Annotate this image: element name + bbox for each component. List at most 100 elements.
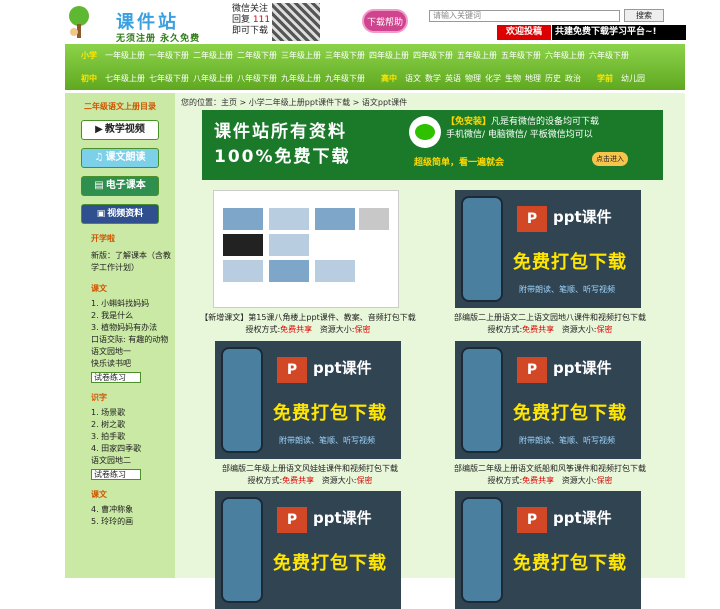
main-content: 您的位置：主页 > 小学二年级上册ppt课件下载 > 语文ppt课件 课件站所有… [175,93,685,609]
qr-code [272,3,320,41]
nav-link[interactable]: 语文 [403,73,423,84]
card-caption: 部编版二上册语文二上语文园地八课件和视频打包下载 授权方式:免费共享 资源大小:… [435,312,665,336]
headphones-icon: ♫ [94,152,104,163]
nav-link[interactable]: 三年级上册 [279,50,323,61]
card-thumbnail[interactable]: P ppt课件 免费打包下载 [215,491,401,609]
logo-tagline: 无须注册 永久免费 [116,34,201,44]
section-title: 识字 [91,393,107,402]
nav-link[interactable]: 一年级上册 [103,50,147,61]
nav-link[interactable]: 四年级下册 [411,50,455,61]
card-thumbnail[interactable]: P ppt课件 免费打包下载 附带朗读、笔顺、听写视频 [455,341,641,459]
resource-card[interactable]: P ppt课件 免费打包下载 [455,491,645,609]
card-thumbnail[interactable]: P ppt课件 免费打包下载 附带朗读、笔顺、听写视频 [455,190,641,308]
toc-link[interactable]: 口语交际: 有趣的动物 [91,334,175,346]
video-resource-button[interactable]: ▣ 视频资料 [81,204,159,224]
banner-text: 【免安装】凡是有微信的设备均可下载 手机微信/ 电脑微信/ 平板微信均可以 [446,117,600,140]
toc-link[interactable]: 4. 曹冲称象 [91,504,175,516]
card-title[interactable]: 部编版二年级上册语文风娃娃课件和视频打包下载 [195,463,425,475]
toc-link[interactable]: 1. 场景歌 [91,407,175,419]
toc-link[interactable]: 1. 小蝌蚪找妈妈 [91,298,175,310]
ebook-button[interactable]: ▤ 电子课本 [81,176,159,196]
nav-link[interactable]: 九年级下册 [323,73,367,84]
reading-button[interactable]: ♫ 课文朗读 [81,148,159,168]
toc-link[interactable]: 2. 树之歌 [91,419,175,431]
nav-label-preschool: 学前 [597,74,613,83]
resource-card[interactable]: P ppt课件 免费打包下载 [215,491,405,609]
search-input[interactable]: 请输入关键词 [429,10,620,22]
download-help-button[interactable]: 下载帮助 [362,9,408,33]
toc-link[interactable]: 语文园地一 [91,346,175,358]
nav-link[interactable]: 生物 [503,73,523,84]
card-title[interactable]: 部编版二上册语文二上语文园地八课件和视频打包下载 [435,312,665,324]
phone-icon [461,497,503,603]
nav-link[interactable]: 五年级下册 [499,50,543,61]
toc-link[interactable]: 新版：了解课本（含教学工作计划） [91,250,171,274]
toc-link[interactable]: 3. 拍手歌 [91,431,175,443]
site-logo[interactable]: 课件站 无须注册 永久免费 [64,4,214,44]
toc-link[interactable]: 语文园地二 [91,455,175,467]
card-thumbnail[interactable]: P ppt课件 免费打包下载 [455,491,641,609]
banner-headline: 课件站所有资料 100%免费下载 [214,122,351,167]
toc-link[interactable]: 快乐读书吧 [91,358,175,370]
nav-link[interactable]: 历史 [543,73,563,84]
nav-link[interactable]: 二年级下册 [235,50,279,61]
nav-link[interactable]: 幼儿园 [619,73,647,84]
test-practice-button[interactable]: 试卷练习 [91,469,141,480]
resource-card[interactable]: P ppt课件 免费打包下载 附带朗读、笔顺、听写视频 部编版二年级上册语文纸船… [454,341,646,487]
nav-link[interactable]: 地理 [523,73,543,84]
resource-card[interactable]: P ppt课件 免费打包下载 附带朗读、笔顺、听写视频 部编版二年级上册语文风娃… [215,341,405,487]
toc-link[interactable]: 3. 植物妈妈有办法 [91,322,175,334]
nav-link[interactable]: 政治 [563,73,583,84]
sidebar-title: 二年级语文上册目录 [84,102,156,111]
card-thumbnail[interactable] [213,190,399,308]
nav-row-secondary: 初中 七年级上册 七年级下册 八年级上册 八年级下册 九年级上册 九年级下册 高… [79,67,647,90]
toc-link[interactable]: 4. 田家四季歌 [91,443,175,455]
header: 课件站 无须注册 永久免费 微信关注 回复 111 即可下载 下载帮助 请输入关… [0,0,720,44]
nav-link[interactable]: 七年级下册 [147,73,191,84]
nav-link[interactable]: 六年级上册 [543,50,587,61]
wechat-info: 微信关注 回复 111 即可下载 [232,4,271,36]
search-button[interactable]: 搜索 [624,9,664,22]
test-practice-button[interactable]: 试卷练习 [91,372,141,383]
enter-button[interactable]: 点击进入 [592,152,628,166]
card-title[interactable]: 部编版二年级上册语文纸船和风筝课件和视频打包下载 [435,463,665,475]
phone-icon [461,196,503,302]
contribute-link[interactable]: 欢迎投稿 [497,25,551,40]
nav-link[interactable]: 四年级上册 [367,50,411,61]
nav-link[interactable]: 八年级上册 [191,73,235,84]
nav-link[interactable]: 八年级下册 [235,73,279,84]
card-title[interactable]: 【新增课文】第15课八角楼上ppt课件、教案、音频打包下载 [193,312,423,324]
grade-nav: 小学 一年级上册 一年级下册 二年级上册 二年级下册 三年级上册 三年级下册 四… [65,44,685,90]
resource-card[interactable]: 【新增课文】第15课八角楼上ppt课件、教案、音频打包下载 授权方式:免费共享 … [200,190,416,336]
card-caption: 部编版二年级上册语文纸船和风筝课件和视频打包下载 授权方式:免费共享 资源大小:… [435,463,665,487]
ppt-icon: P [517,507,547,533]
nav-row-primary: 小学 一年级上册 一年级下册 二年级上册 二年级下册 三年级上册 三年级下册 四… [79,44,631,67]
phone-icon [461,347,503,453]
ppt-icon: P [517,357,547,383]
nav-link[interactable]: 英语 [443,73,463,84]
nav-link[interactable]: 物理 [463,73,483,84]
book-icon: ▤ [94,180,104,191]
section-title: 课文 [91,284,107,293]
section-title: 课文 [91,490,107,499]
nav-link[interactable]: 数学 [423,73,443,84]
nav-label-middle: 初中 [81,74,97,83]
tv-icon: ▶ [95,124,103,135]
teaching-video-button[interactable]: ▶ 教学视频 [81,120,159,140]
nav-link[interactable]: 化学 [483,73,503,84]
toc-link[interactable]: 5. 玲玲的画 [91,516,175,528]
nav-label-high: 高中 [381,74,397,83]
card-thumbnail[interactable]: P ppt课件 免费打包下载 附带朗读、笔顺、听写视频 [215,341,401,459]
nav-link[interactable]: 一年级下册 [147,50,191,61]
nav-link[interactable]: 九年级上册 [279,73,323,84]
nav-link[interactable]: 三年级下册 [323,50,367,61]
nav-link[interactable]: 二年级上册 [191,50,235,61]
toc-link[interactable]: 2. 我是什么 [91,310,175,322]
ppt-icon: P [277,357,307,383]
wechat-icon [409,116,441,148]
nav-link[interactable]: 六年级下册 [587,50,631,61]
nav-link[interactable]: 七年级上册 [103,73,147,84]
resource-card[interactable]: P ppt课件 免费打包下载 附带朗读、笔顺、听写视频 部编版二上册语文二上语文… [454,190,646,336]
promo-banner[interactable]: 课件站所有资料 100%免费下载 【免安装】凡是有微信的设备均可下载 手机微信/ … [202,110,663,180]
nav-link[interactable]: 五年级上册 [455,50,499,61]
